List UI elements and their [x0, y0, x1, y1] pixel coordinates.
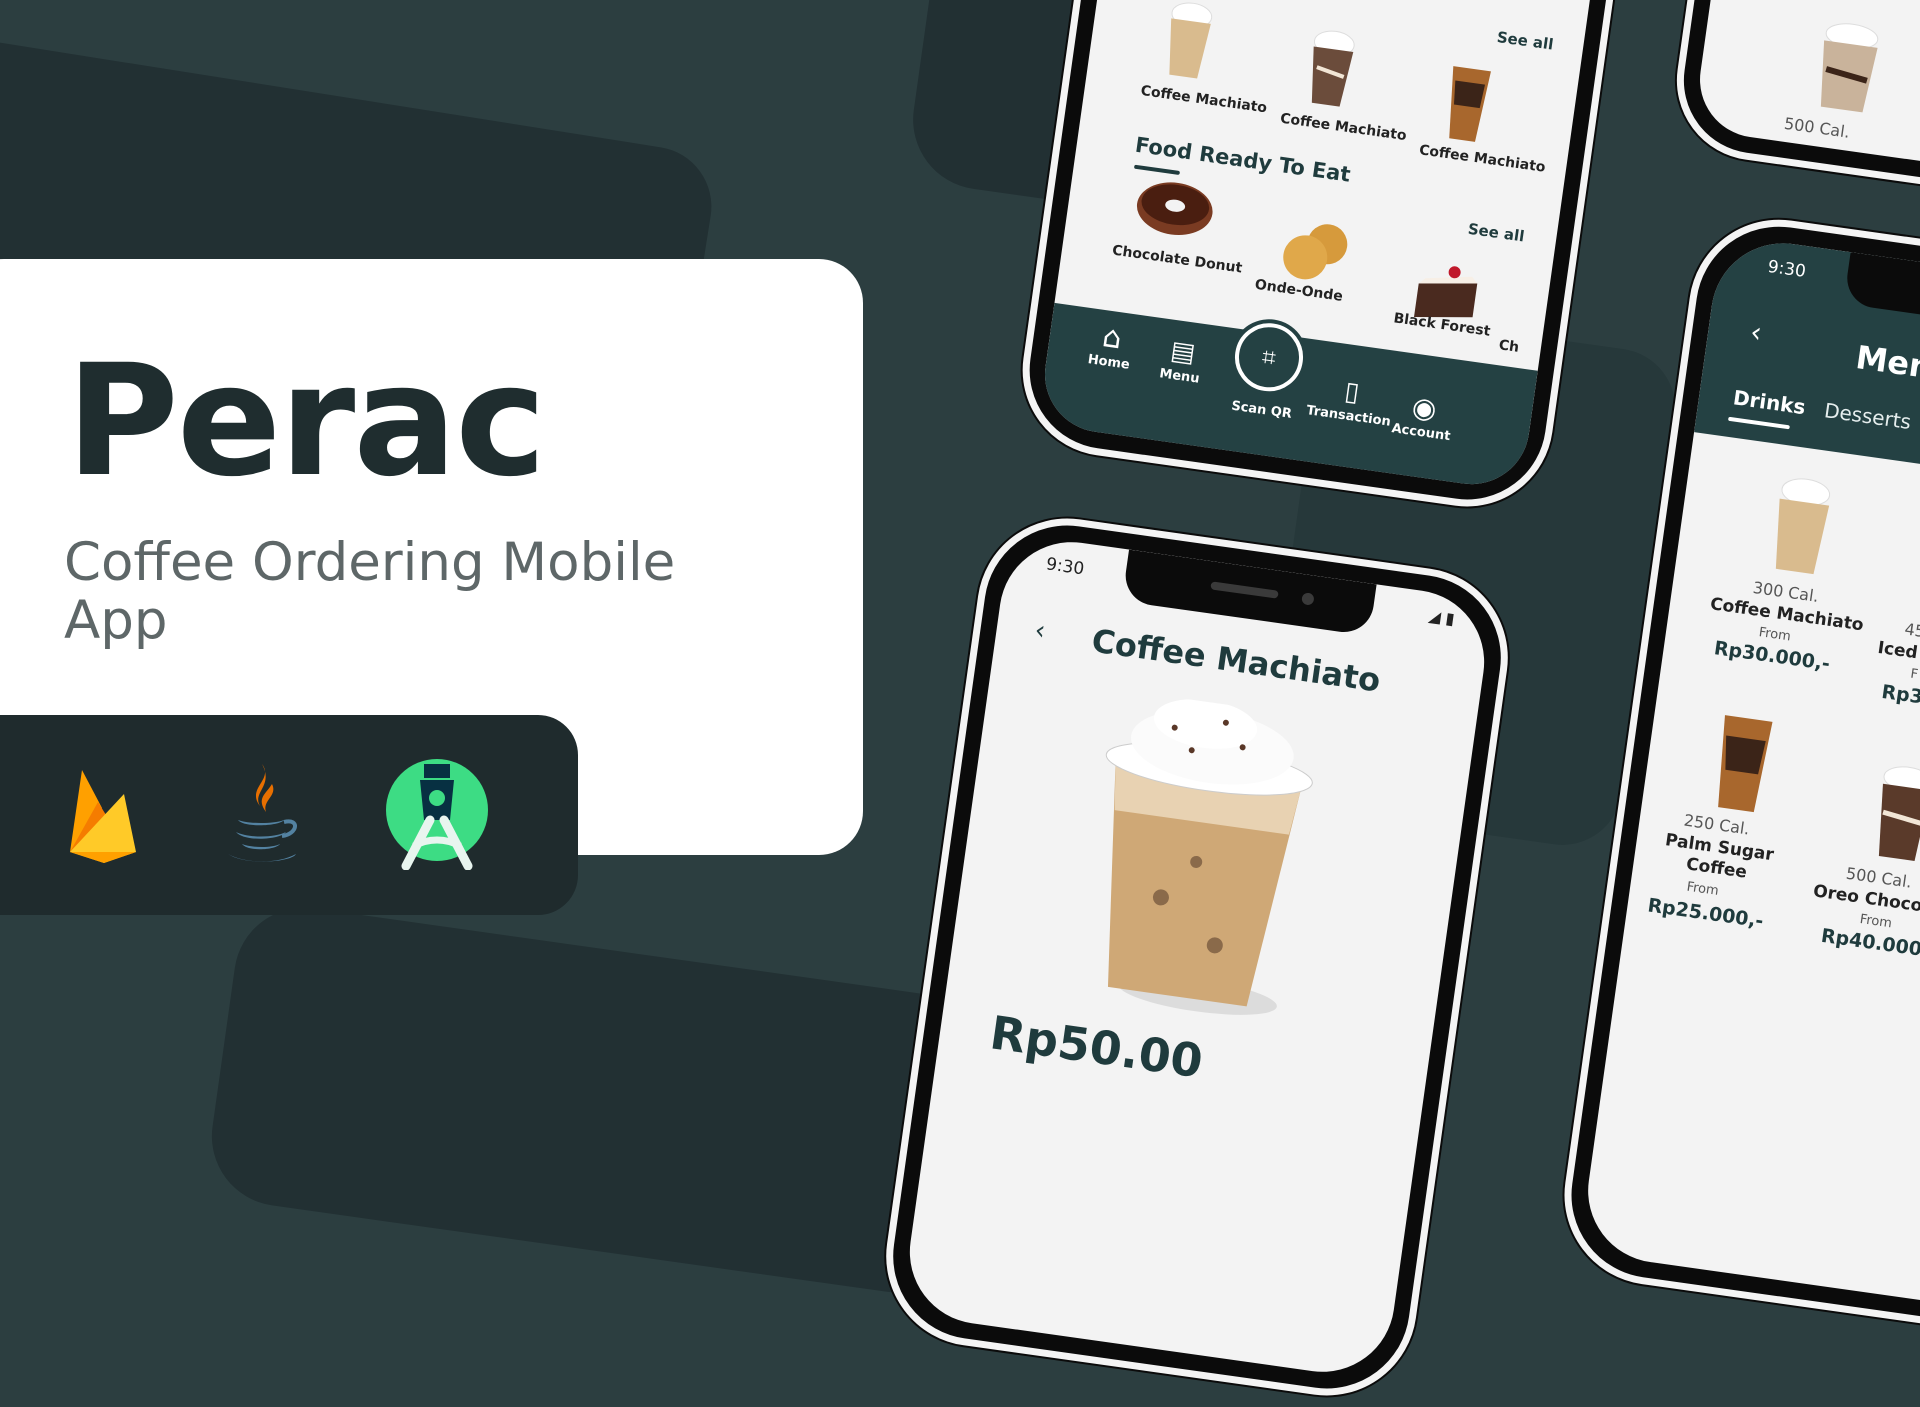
product-price: Rp50.00: [986, 1005, 1207, 1089]
drink-image-palm-sugar: [1707, 709, 1777, 820]
item-from: From: [1858, 911, 1893, 932]
drink-image-coffee-machiato: [1763, 474, 1838, 582]
food-label-partial: Ch: [1497, 337, 1521, 356]
phone-detail-screen: 9:30 ◢ ▮ ‹ Coffee Machiato Rp50.00: [874, 506, 1520, 1407]
item-name: Palm Sugar Coffee: [1663, 830, 1776, 883]
nav-home[interactable]: ⌂ Home: [1078, 317, 1144, 374]
drink-label-2: Coffee Machiato: [1279, 110, 1408, 145]
food-label-donut: Chocolate Donut: [1111, 242, 1244, 277]
tab-drinks[interactable]: Drinks: [1732, 385, 1807, 419]
tab-drinks-indicator: [1727, 416, 1790, 430]
drink-image-oreo: [1866, 761, 1920, 868]
food-image-onde-onde: [1278, 214, 1357, 291]
item-from: From: [1757, 625, 1792, 645]
android-studio-icon: [384, 758, 490, 874]
nav-scan-qr[interactable]: ⌗ Scan QR: [1221, 318, 1313, 423]
drink-label-1: Coffee Machiato: [1139, 82, 1269, 117]
qr-scan-icon: ⌗: [1230, 318, 1308, 396]
status-time: 9:30: [1044, 554, 1086, 580]
nav-scan-label: Scan QR: [1230, 398, 1293, 422]
nav-menu[interactable]: ▤ Menu: [1149, 331, 1215, 388]
drink-image-1: [1157, 0, 1220, 86]
item-price: Rp40.000: [1819, 924, 1920, 961]
see-all-drinks-link[interactable]: See all: [1496, 28, 1555, 54]
phone-notch: [1121, 549, 1377, 636]
front-camera: [1301, 592, 1315, 606]
item-price: Rp35: [1880, 680, 1920, 711]
menu-title: Menu L: [1853, 338, 1920, 394]
nav-account[interactable]: ◉ Account: [1385, 387, 1461, 445]
nav-transaction[interactable]: ▯ Transaction: [1303, 369, 1399, 430]
see-all-food-link[interactable]: See all: [1467, 220, 1526, 246]
drink-image-3: [1438, 60, 1495, 150]
calorie-label-top: 500 Cal.: [1782, 113, 1852, 142]
product-image-coffee-machiato: [1056, 687, 1337, 1031]
back-chevron-icon[interactable]: ‹: [1033, 615, 1047, 646]
item-price: Rp30.000,-: [1712, 637, 1832, 676]
drink-image-2: [1299, 26, 1362, 114]
app-subtitle: Coffee Ordering Mobile App: [64, 532, 676, 651]
menu-header: 9:30 ‹ Menu L Drinks Desserts F: [1694, 234, 1920, 501]
item-name: Iced Cl: [1876, 637, 1920, 667]
java-icon: [222, 762, 300, 870]
item-cal: 45: [1903, 619, 1920, 642]
item-from: F: [1909, 666, 1919, 683]
phone-home-screen: See all Coffee Machiato Coffee Machiato …: [1011, 0, 1643, 518]
speaker-grille: [1210, 581, 1279, 599]
tab-desserts[interactable]: Desserts: [1823, 398, 1913, 434]
drink-image-oreo-top: [1806, 17, 1888, 120]
firebase-icon: [68, 766, 138, 868]
status-icons: ◢ ▮: [1427, 605, 1456, 629]
food-image-donut: [1130, 173, 1218, 248]
item-price: Rp25.000,-: [1646, 894, 1765, 933]
back-chevron-icon[interactable]: ‹: [1748, 315, 1764, 349]
product-title: Coffee Machiato: [1089, 621, 1383, 700]
item-from: From: [1685, 879, 1720, 899]
status-time: 9:30: [1766, 256, 1808, 282]
app-title: Perac: [66, 332, 546, 511]
phone-notch: [1843, 252, 1920, 339]
background-shape-bottom: [202, 898, 998, 1302]
phone-top-right: 500 Cal.: [1666, 0, 1920, 215]
